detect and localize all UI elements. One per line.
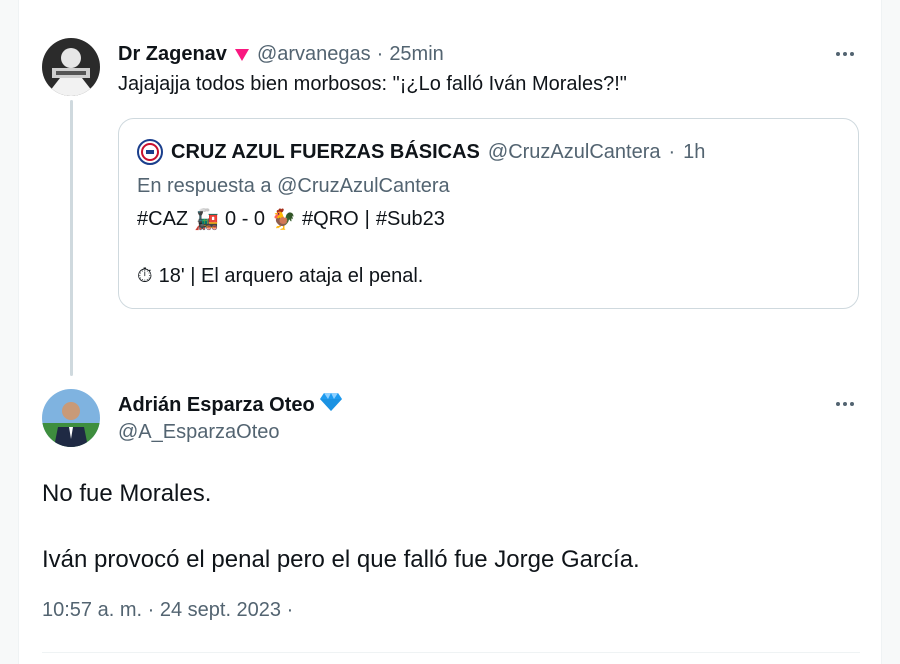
more-options-icon xyxy=(836,52,840,56)
timestamp[interactable]: 25min xyxy=(389,43,443,66)
hashtag-home[interactable]: #CAZ xyxy=(137,208,188,231)
red-heart-icon xyxy=(233,46,251,62)
handle[interactable]: @arvanegas xyxy=(257,43,371,66)
timestamp: 1h xyxy=(683,140,706,163)
handle[interactable]: @A_EsparzaOteo xyxy=(118,421,280,444)
quoted-tweet-header: CRUZ AZUL FUERZAS BÁSICAS @CruzAzulCante… xyxy=(137,139,705,165)
thread-connector-line xyxy=(70,100,73,376)
tweet-timestamp[interactable]: 10:57 a. m. · 24 sept. 2023 · xyxy=(42,599,293,622)
author-name: Adrián Esparza Oteo xyxy=(118,392,343,418)
more-options-button[interactable] xyxy=(829,42,861,66)
rooster-icon: 🐓 xyxy=(271,209,296,231)
separator-dot: · xyxy=(376,42,384,65)
divider: | xyxy=(364,208,370,230)
match-score-line: #CAZ 🚂 0 - 0 🐓 #QRO | #Sub23 xyxy=(137,207,445,232)
more-options-icon xyxy=(836,402,840,406)
handle: @CruzAzulCantera xyxy=(487,140,661,163)
tweet-paragraph: No fue Morales. xyxy=(42,480,212,507)
score: 0 - 0 xyxy=(225,208,266,230)
avatar[interactable] xyxy=(42,389,100,447)
quoted-tweet[interactable]: CRUZ AZUL FUERZAS BÁSICAS @CruzAzulCante… xyxy=(118,118,859,309)
avatar[interactable] xyxy=(42,38,100,96)
divider xyxy=(42,652,860,653)
display-name[interactable]: Adrián Esparza Oteo xyxy=(118,394,315,417)
stopwatch-icon: ⏱ xyxy=(137,265,153,287)
tweet-paragraph: Iván provocó el penal pero el que falló … xyxy=(42,546,640,573)
event-text: 18' | El arquero ataja el penal. xyxy=(158,265,424,287)
display-name: CRUZ AZUL FUERZAS BÁSICAS xyxy=(171,140,480,163)
avatar xyxy=(137,139,163,165)
tweet-header: Dr Zagenav @arvanegas · 25min xyxy=(118,40,444,68)
more-options-button[interactable] xyxy=(829,392,861,416)
train-icon: 🚂 xyxy=(194,209,220,231)
separator-dot: · xyxy=(668,140,676,163)
blue-diamond-icon xyxy=(319,392,343,418)
tweet-thread-card: Dr Zagenav @arvanegas · 25min Jajajajja … xyxy=(18,0,882,664)
reply-context: En respuesta a @CruzAzulCantera xyxy=(137,175,450,197)
display-name[interactable]: Dr Zagenav xyxy=(118,43,227,66)
hashtag-away[interactable]: #QRO xyxy=(302,208,359,231)
hashtag-category[interactable]: #Sub23 xyxy=(376,208,445,231)
tweet-body: No fue Morales. Iván provocó el penal pe… xyxy=(42,478,842,576)
tweet-text: Jajajajja todos bien morbosos: "¡¿Lo fal… xyxy=(118,73,627,95)
match-event-line: ⏱ 18' | El arquero ataja el penal. xyxy=(137,265,423,288)
